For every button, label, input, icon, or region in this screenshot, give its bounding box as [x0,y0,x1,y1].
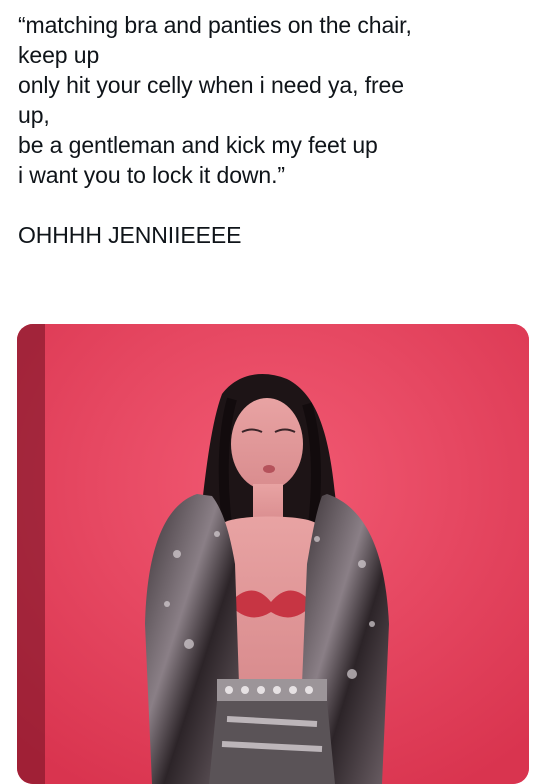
lyric-line: up, [18,102,50,128]
lyric-line: be a gentleman and kick my feet up [18,132,378,158]
tweet: “matching bra and panties on the chair, … [0,0,550,784]
lyric-line: keep up [18,42,100,68]
face [231,398,303,490]
lyric-line: i want you to lock it down.” [18,162,285,188]
tweet-comment: OHHHH JENNIIEEEE [18,222,242,248]
tweet-text: “matching bra and panties on the chair, … [18,10,538,250]
stage-edge [17,324,45,784]
performer-photo [17,324,529,784]
tweet-media-photo[interactable] [17,324,529,784]
lyric-line: “matching bra and panties on the chair, [18,12,412,38]
lyric-line: only hit your celly when i need ya, free [18,72,404,98]
